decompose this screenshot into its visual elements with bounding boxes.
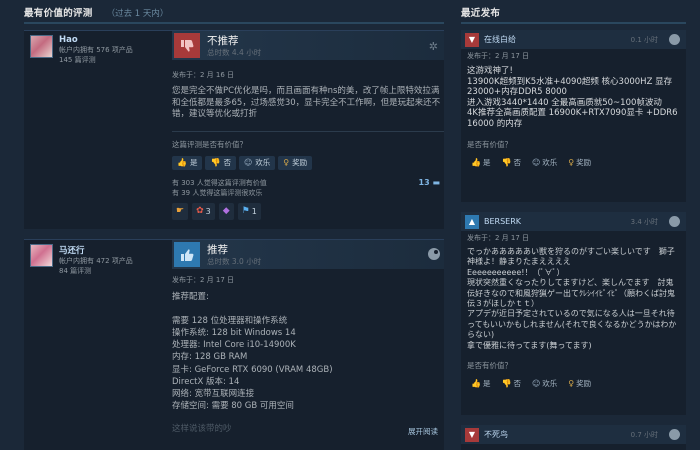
playtime-hours: 0.7 小时 — [630, 430, 658, 439]
author-name[interactable]: 在线白给 — [484, 34, 516, 45]
helpful-question: 是否有价值？ — [467, 361, 512, 371]
helpful-question: 是否有价值？ — [467, 140, 512, 149]
vote-yes-button[interactable]: 👍 是 — [172, 155, 203, 170]
helpful-count: 有 303 人觉得这篇评测有价值 — [172, 178, 267, 187]
award-ribbon-icon: ♀ — [568, 379, 575, 389]
review-verdict[interactable]: 不推荐 总时数 4.4 小时 ✲ — [172, 31, 444, 60]
playtime-hours: 总时数 4.4 小时 — [207, 48, 262, 57]
thumb-down-icon: 👎 — [210, 158, 221, 167]
playtime-hours: 0.1 小时 — [630, 35, 658, 44]
smiley-icon: ☺ — [531, 158, 541, 167]
posted-date: 发布于：2 月 17 日 — [467, 52, 530, 60]
smiley-icon: ☺ — [243, 158, 253, 167]
thumb-up-icon: ▲ — [465, 214, 479, 229]
recent-review-card: ▲ BERSERK 3.4 小时 发布于：2 月 17 日 でっかあああああい獣… — [461, 212, 686, 415]
author-name[interactable]: BERSERK — [484, 217, 521, 226]
awards-row: ☛ ✿ 3 ◆ ⚑ 1 — [172, 202, 444, 220]
review-author: 马还行 帐户内拥有 472 项产品 84 篇评测 — [24, 240, 172, 280]
thumb-up-icon: 👍 — [177, 158, 187, 167]
review-text: でっかあああああい獣を狩るのがすごい楽しいです 獅子神様よ！静まりたまええええ … — [467, 247, 677, 350]
avatar[interactable] — [30, 35, 53, 58]
review-verdict[interactable]: 推荐 总时数 3.0 小时 — [172, 240, 444, 269]
recent-review-card: ▼ 在线白给 0.1 小时 发布于：2 月 17 日 这游戏神了! 13900K… — [461, 30, 686, 202]
review-body: 不推荐 总时数 4.4 小时 ✲ 发布于：2 月 16 日 您是完全不做PC优化… — [172, 31, 444, 220]
vote-buttons: 👍 是 👎 否 ☺ 欢乐 ♀ 奖励 — [467, 156, 680, 169]
thumb-down-icon: ▼ — [465, 32, 479, 47]
recently-posted-section: 最近发布 ▼ 在线白给 0.1 小时 发布于：2 月 17 日 这游戏神了! 1… — [461, 0, 686, 450]
most-helpful-section: 最有价值的评测 （过去 1 天内） Hao 帐户内拥有 576 项产品 145 … — [24, 0, 444, 450]
vote-yes-button[interactable]: 👍 是 — [467, 156, 494, 169]
read-more-link[interactable]: 展开阅读 — [408, 426, 438, 437]
recent-review-header[interactable]: ▲ BERSERK 3.4 小时 — [461, 212, 686, 231]
steam-icon — [428, 248, 440, 260]
vote-no-button[interactable]: 👎 否 — [205, 155, 236, 170]
award-ribbon-icon: ♀ — [568, 158, 575, 167]
steam-icon — [669, 216, 680, 227]
section-header: 最有价值的评测 （过去 1 天内） — [24, 0, 444, 22]
funny-count: 有 39 人觉得这篇评测很欢乐 — [172, 188, 263, 197]
vote-funny-button[interactable]: ☺ 欢乐 — [528, 377, 561, 390]
posted-date: 发布于：2 月 16 日 — [172, 71, 235, 79]
playtime-hours: 总时数 3.0 小时 — [207, 257, 262, 266]
divider — [172, 130, 444, 132]
faded-text: 这样说该带的吵 — [172, 423, 232, 434]
posted-date: 发布于：2 月 17 日 — [467, 234, 530, 242]
hand-point-award-icon[interactable]: ☛ — [172, 202, 189, 220]
review-text: 您是完全不做PC优化是吗，而且画面有种ns的美，改了帧上限特效拉满和全低都是最多… — [172, 86, 441, 119]
thumb-up-icon: 👍 — [471, 379, 481, 389]
vote-yes-button[interactable]: 👍 是 — [467, 377, 494, 390]
comment-icon: ▬ — [432, 177, 440, 187]
vote-buttons: 👍 是 👎 否 ☺ 欢乐 ♀ 奖励 — [467, 377, 680, 390]
section-divider — [461, 22, 686, 24]
review-body: 推荐 总时数 3.0 小时 发布于：2 月 17 日 推荐配置: 需要 128 … — [172, 240, 444, 437]
review-card: 马还行 帐户内拥有 472 项产品 84 篇评测 推荐 总时数 3.0 小时 发… — [24, 239, 444, 450]
author-review-count[interactable]: 84 篇评测 — [30, 266, 166, 276]
recent-review-header[interactable]: ▼ 不死鸟 0.7 小时 — [461, 425, 686, 444]
gear-icon[interactable]: ✲ — [429, 40, 438, 53]
award-ribbon-icon: ♀ — [283, 158, 290, 167]
section-divider — [24, 22, 444, 24]
review-text: 推荐配置: 需要 128 位处理器和操作系统 操作系统: 128 bit Win… — [172, 292, 333, 411]
award-button[interactable]: ♀ 奖励 — [564, 156, 595, 169]
section-title: 最近发布 — [461, 8, 501, 19]
thumb-up-icon: 👍 — [471, 158, 481, 167]
vote-buttons: 👍 是 👎 否 ☺ 欢乐 ♀ 奖励 — [172, 155, 444, 170]
verdict-label: 不推荐 — [207, 35, 239, 47]
section-title: 最有价值的评测 — [24, 8, 93, 19]
section-subtitle: （过去 1 天内） — [106, 9, 169, 19]
purple-award-icon[interactable]: ◆ — [218, 202, 234, 220]
blue-award-icon[interactable]: ⚑ 1 — [237, 202, 261, 220]
avatar[interactable] — [30, 244, 53, 267]
chicken-award-icon[interactable]: ✿ 3 — [192, 202, 215, 220]
comment-count[interactable]: 13 ▬ — [419, 178, 441, 187]
review-card: Hao 帐户内拥有 576 项产品 145 篇评测 不推荐 总时数 4.4 小时… — [24, 30, 444, 229]
thumb-up-icon — [174, 242, 200, 267]
thumb-down-icon: ▼ — [465, 427, 479, 442]
review-author: Hao 帐户内拥有 576 项产品 145 篇评测 — [24, 31, 172, 69]
vote-stats: 有 303 人觉得这篇评测有价值 有 39 人觉得这篇评测很欢乐 13 ▬ — [172, 178, 444, 198]
recent-review-header[interactable]: ▼ 在线白给 0.1 小时 — [461, 30, 686, 49]
vote-funny-button[interactable]: ☺ 欢乐 — [528, 156, 561, 169]
posted-date: 发布于：2 月 17 日 — [172, 276, 235, 284]
steam-icon — [669, 429, 680, 440]
recent-review-card: ▼ 不死鸟 0.7 小时 — [461, 425, 686, 450]
steam-icon — [669, 34, 680, 45]
vote-area: 是否有价值？ 👍 是 👎 否 ☺ 欢乐 ♀ 奖励 — [461, 139, 686, 169]
section-header: 最近发布 — [461, 0, 686, 22]
vote-funny-button[interactable]: ☺ 欢乐 — [238, 155, 276, 170]
vote-no-button[interactable]: 👎 否 — [497, 377, 524, 390]
review-text: 这游戏神了! 13900K超频到K5水准+4090超频 核心3000HZ 显存2… — [467, 66, 678, 129]
award-button[interactable]: ♀ 奖励 — [278, 155, 313, 170]
award-button[interactable]: ♀ 奖励 — [564, 377, 595, 390]
smiley-icon: ☺ — [531, 379, 541, 389]
vote-area: 是否有价值？ 👍 是 👎 否 ☺ 欢乐 ♀ 奖励 — [461, 360, 686, 390]
thumb-down-icon: 👎 — [501, 158, 512, 167]
thumb-down-icon: 👎 — [501, 379, 512, 389]
author-name[interactable]: 不死鸟 — [484, 429, 508, 440]
verdict-label: 推荐 — [207, 244, 228, 256]
thumb-down-icon — [174, 33, 200, 58]
vote-no-button[interactable]: 👎 否 — [497, 156, 524, 169]
playtime-hours: 3.4 小时 — [630, 217, 658, 226]
helpful-question: 这篇评测是否有价值？ — [172, 139, 247, 149]
